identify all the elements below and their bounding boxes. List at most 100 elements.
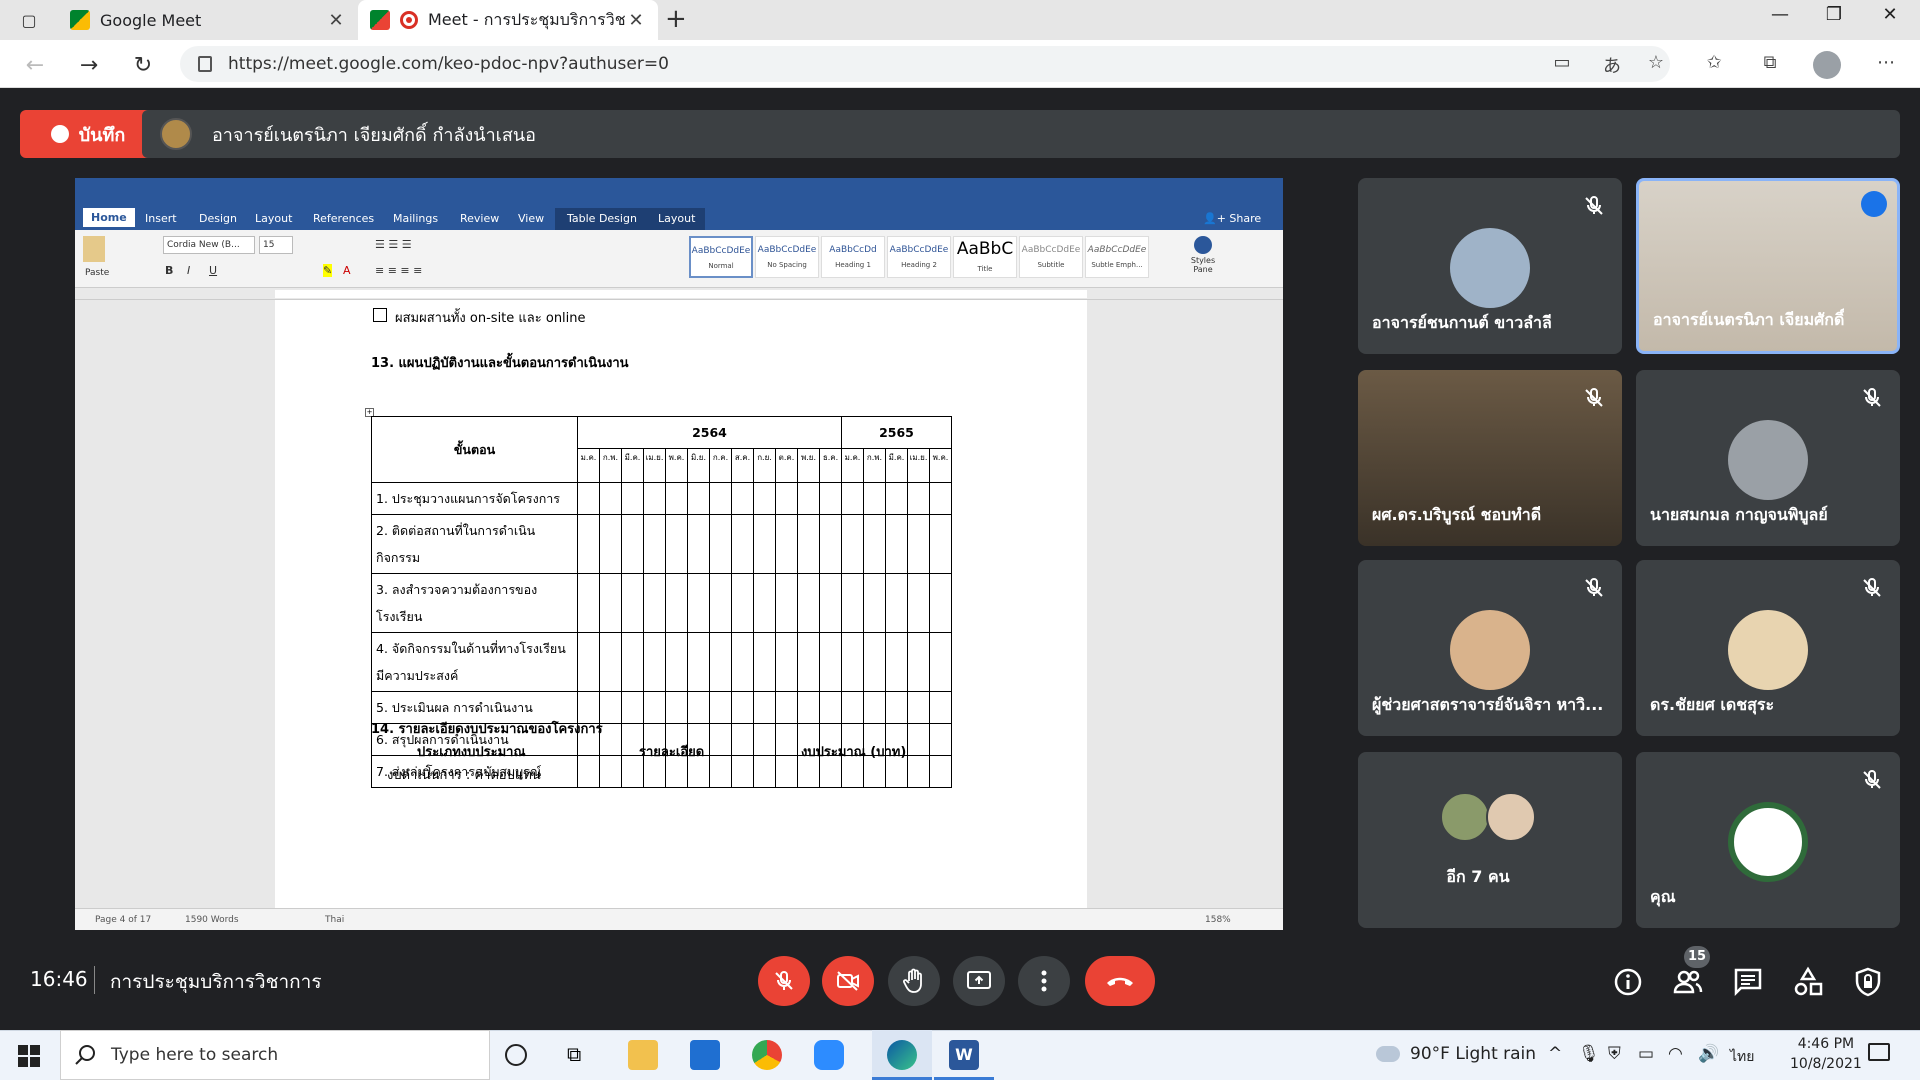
participant-name: อาจารย์ชนกานต์ ขาวลำลี (1372, 313, 1552, 332)
mic-toggle-button[interactable] (758, 956, 810, 1006)
people-icon[interactable] (1672, 966, 1704, 998)
participant-tile[interactable]: อีก 7 คน (1358, 752, 1622, 928)
close-icon[interactable]: ✕ (326, 10, 346, 31)
style-no-spacing[interactable]: AaBbCcDdEe No Spacing (755, 236, 819, 278)
chrome-icon[interactable] (752, 1040, 782, 1070)
mail-icon[interactable] (690, 1040, 720, 1070)
participant-tile[interactable]: ผู้ช่วยศาสตราจารย์จันจิรา หาวิ... (1358, 560, 1622, 736)
schedule-cell (577, 482, 600, 515)
participant-tile[interactable]: ดร.ชัยยศ เดชสุระ (1636, 560, 1900, 736)
task-view-icon[interactable]: ⧉ (567, 1042, 597, 1072)
underline-icon[interactable]: U (209, 264, 217, 277)
add-favorite-icon[interactable]: ☆ (1642, 52, 1670, 78)
styles-pane-button[interactable]: Styles Pane (1183, 236, 1223, 274)
wifi-icon[interactable]: ◠ (1668, 1044, 1683, 1064)
weather-text[interactable]: 90°F Light rain (1410, 1044, 1536, 1064)
schedule-cell (929, 573, 952, 633)
participant-tile[interactable]: คุณ (1636, 752, 1900, 928)
security-icon[interactable]: ⛨ (1608, 1044, 1621, 1064)
notifications-icon[interactable] (1868, 1043, 1890, 1061)
activities-icon[interactable] (1792, 966, 1824, 998)
zoom-icon[interactable] (814, 1040, 844, 1070)
style-heading-2[interactable]: AaBbCcDdEe Heading 2 (887, 236, 951, 278)
highlight-icon[interactable]: ✎ (323, 264, 333, 277)
tab-table-layout[interactable]: Layout (658, 212, 695, 225)
battery-icon[interactable]: ▭ (1638, 1044, 1654, 1064)
profile-avatar[interactable] (1813, 51, 1841, 79)
font-color-icon[interactable]: A (343, 264, 351, 277)
align-left-icon[interactable]: ≡ ≡ ≡ ≡ (375, 264, 422, 277)
tab-design[interactable]: Design (199, 212, 237, 225)
tab-google-meet[interactable]: Google Meet ✕ (58, 0, 358, 40)
bullets-icon[interactable]: ☰ ☰ ☰ (375, 238, 412, 251)
participant-tile[interactable]: ผศ.ดร.บริบูรณ์ ชอบทำดี (1358, 370, 1622, 546)
input-language[interactable]: ไทย (1730, 1046, 1754, 1068)
url-field[interactable]: https://meet.google.com/keo-pdoc-npv?aut… (180, 46, 1670, 82)
tab-review[interactable]: Review (460, 212, 499, 225)
translate-icon[interactable]: あ (1598, 52, 1626, 78)
more-icon[interactable]: ⋯ (1872, 52, 1900, 78)
table-row: 3. ลงสำรวจความต้องการของโรงเรียน (371, 573, 952, 633)
paste-icon[interactable] (83, 236, 105, 262)
tab-layout[interactable]: Layout (255, 212, 292, 225)
back-icon[interactable]: ← (20, 50, 50, 80)
tab-references[interactable]: References (313, 212, 374, 225)
schedule-cell (907, 723, 930, 756)
chevron-up-icon[interactable]: ^ (1548, 1044, 1562, 1064)
tab-insert[interactable]: Insert (145, 212, 177, 225)
record-button[interactable]: บันทึก (20, 110, 156, 158)
file-explorer-icon[interactable] (628, 1040, 658, 1070)
windows-start-icon[interactable] (18, 1045, 40, 1067)
participant-tile[interactable]: อาจารย์เนตรนิภา เจียมศักดิ์ (1636, 178, 1900, 354)
microphone-tray-icon[interactable]: 🎙 (1578, 1044, 1600, 1064)
more-options-button[interactable] (1018, 956, 1070, 1006)
close-icon[interactable]: ✕ (626, 10, 646, 31)
camera-toggle-button[interactable] (822, 956, 874, 1006)
tab-mailings[interactable]: Mailings (393, 212, 438, 225)
italic-icon[interactable]: I (187, 264, 190, 277)
checkbox[interactable] (373, 308, 387, 322)
minimize-icon[interactable]: — (1760, 4, 1800, 25)
info-icon[interactable] (1612, 966, 1644, 998)
edge-taskbar-item[interactable] (872, 1030, 932, 1080)
schedule-cell (709, 482, 732, 515)
collections-icon[interactable]: ⧉ (1756, 52, 1784, 78)
font-size-box[interactable]: 15 (259, 236, 293, 254)
tab-meet-meeting[interactable]: Meet - การประชุมบริการวิชาการ ✕ (358, 0, 658, 40)
reload-icon[interactable]: ↻ (128, 50, 158, 80)
maximize-icon[interactable]: ❐ (1814, 4, 1854, 25)
year-header: 2565 (841, 416, 952, 449)
close-window-icon[interactable]: ✕ (1870, 4, 1910, 25)
raise-hand-button[interactable] (888, 956, 940, 1006)
taskbar-clock[interactable]: 4:46 PM 10/8/2021 (1790, 1034, 1862, 1074)
schedule-cell (599, 632, 622, 692)
participant-tile[interactable]: อาจารย์ชนกานต์ ขาวลำลี (1358, 178, 1622, 354)
bold-icon[interactable]: B (165, 264, 173, 277)
new-tab-icon[interactable]: + (665, 4, 687, 34)
tab-actions-icon[interactable]: ▢ (14, 6, 44, 34)
tab-home[interactable]: Home (83, 208, 135, 227)
host-controls-icon[interactable] (1852, 966, 1884, 998)
taskbar-search-box[interactable]: Type here to search (60, 1030, 490, 1080)
font-name-box[interactable]: Cordia New (B... (163, 236, 255, 254)
schedule-cell (665, 514, 688, 574)
style-subtitle[interactable]: AaBbCcDdEe Subtitle (1019, 236, 1083, 278)
tab-table-design[interactable]: Table Design (567, 212, 637, 225)
chat-icon[interactable] (1732, 966, 1764, 998)
style-title[interactable]: AaBbC Title (953, 236, 1017, 278)
volume-icon[interactable]: 🔊 (1698, 1044, 1719, 1064)
present-button[interactable] (953, 956, 1005, 1006)
style-subtle-emphasis[interactable]: AaBbCcDdEe Subtle Emph... (1085, 236, 1149, 278)
word-taskbar-item[interactable]: W (934, 1030, 994, 1080)
participant-tile[interactable]: นายสมกมล กาญจนพิบูลย์ (1636, 370, 1900, 546)
style-normal[interactable]: AaBbCcDdEe Normal (689, 236, 753, 278)
month-header: ก.ค. (709, 448, 732, 483)
cortana-icon[interactable] (505, 1044, 527, 1066)
style-heading-1[interactable]: AaBbCcDd Heading 1 (821, 236, 885, 278)
leave-call-button[interactable] (1085, 956, 1155, 1006)
share-button[interactable]: 👤+ Share (1203, 212, 1261, 225)
camera-icon[interactable]: ▭ (1548, 52, 1576, 78)
tab-view[interactable]: View (518, 212, 544, 225)
favorites-icon[interactable]: ✩ (1700, 52, 1728, 78)
forward-icon[interactable]: → (74, 50, 104, 80)
